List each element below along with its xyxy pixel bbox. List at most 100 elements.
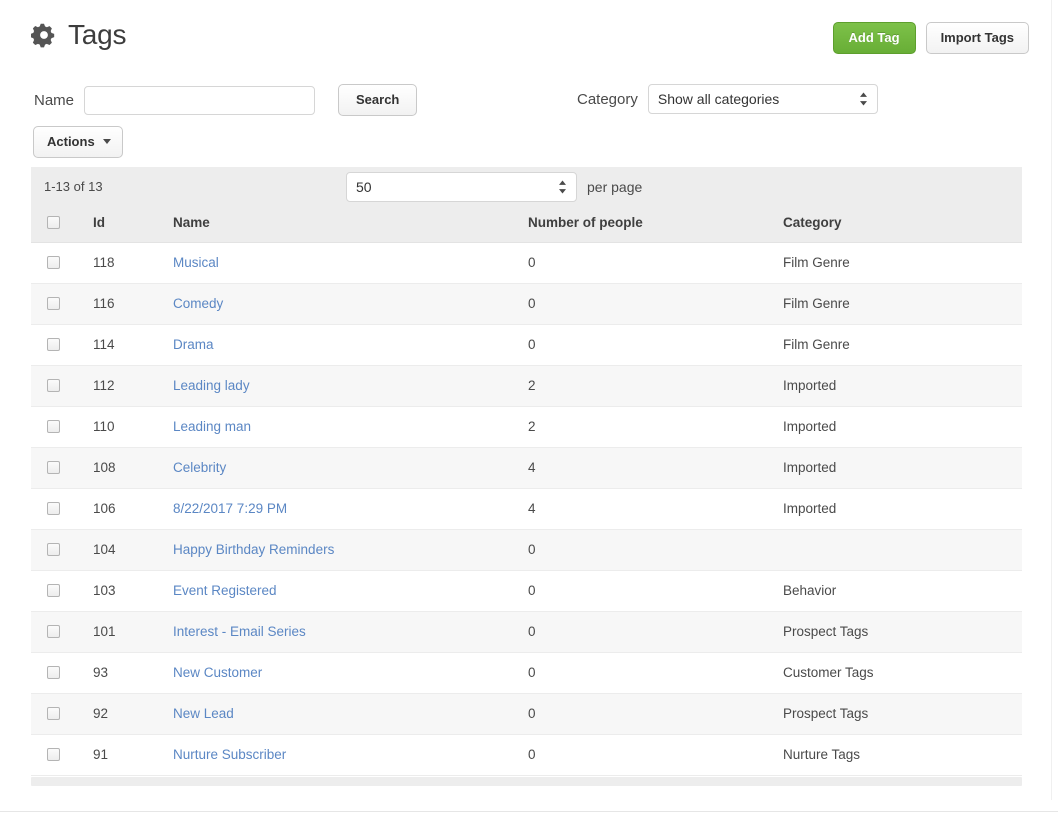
tag-name-link[interactable]: Leading man — [173, 419, 251, 434]
row-select-cell — [31, 488, 93, 530]
cell-category: Imported — [783, 488, 1022, 530]
row-checkbox[interactable] — [47, 502, 60, 515]
table-horizontal-scrollbar[interactable] — [31, 777, 1022, 786]
per-page-select-wrap: 50 — [346, 171, 577, 202]
tags-page: Tags Add Tag Import Tags Name Search Cat… — [0, 0, 1058, 818]
row-checkbox[interactable] — [47, 748, 60, 761]
table-row: 93 New Customer 0 Customer Tags — [31, 652, 1022, 694]
tag-name-link[interactable]: Celebrity — [173, 460, 226, 475]
cell-number-of-people: 0 — [528, 324, 783, 366]
table-toolbar: 1-13 of 13 50 per page — [31, 167, 1022, 206]
cell-number-of-people: 0 — [528, 652, 783, 694]
row-checkbox[interactable] — [47, 666, 60, 679]
cell-number-of-people: 0 — [528, 693, 783, 735]
cell-id: 110 — [93, 406, 173, 448]
page-right-edge — [1051, 0, 1052, 800]
tag-name-link[interactable]: New Customer — [173, 665, 262, 680]
name-filter-group: Name Search — [34, 84, 418, 116]
column-header-name[interactable]: Name — [173, 206, 528, 243]
cell-category: Film Genre — [783, 324, 1022, 366]
row-select-cell — [31, 242, 93, 284]
column-header-id[interactable]: Id — [93, 206, 173, 243]
cell-id: 106 — [93, 488, 173, 530]
tag-name-link[interactable]: Comedy — [173, 296, 223, 311]
table-row: 104 Happy Birthday Reminders 0 — [31, 529, 1022, 571]
cell-id: 93 — [93, 652, 173, 694]
cell-name: Comedy — [173, 283, 528, 325]
column-header-category[interactable]: Category — [783, 206, 1022, 243]
cell-id: 116 — [93, 283, 173, 325]
row-checkbox[interactable] — [47, 256, 60, 269]
add-tag-button[interactable]: Add Tag — [832, 22, 916, 54]
tags-table: Id Name Number of people Category 118 Mus… — [31, 206, 1022, 776]
row-checkbox[interactable] — [47, 625, 60, 638]
tag-name-link[interactable]: Leading lady — [173, 378, 250, 393]
gear-icon — [31, 23, 55, 48]
table-row: 108 Celebrity 4 Imported — [31, 447, 1022, 489]
cell-name: Event Registered — [173, 570, 528, 612]
cell-category: Prospect Tags — [783, 693, 1022, 735]
cell-id: 103 — [93, 570, 173, 612]
per-page-label: per page — [587, 178, 643, 195]
cell-name: Celebrity — [173, 447, 528, 489]
cell-number-of-people: 2 — [528, 406, 783, 448]
cell-category: Imported — [783, 365, 1022, 407]
tag-name-link[interactable]: Musical — [173, 255, 219, 270]
cell-name: Interest - Email Series — [173, 611, 528, 653]
cell-category: Film Genre — [783, 283, 1022, 325]
tag-name-link[interactable]: Happy Birthday Reminders — [173, 542, 334, 557]
cell-name: Musical — [173, 242, 528, 284]
row-select-cell — [31, 447, 93, 489]
row-select-cell — [31, 529, 93, 571]
import-tags-button[interactable]: Import Tags — [925, 22, 1029, 54]
tag-name-link[interactable]: Drama — [173, 337, 214, 352]
tag-name-link[interactable]: New Lead — [173, 706, 234, 721]
row-select-cell — [31, 570, 93, 612]
row-checkbox[interactable] — [47, 584, 60, 597]
row-checkbox[interactable] — [47, 707, 60, 720]
actions-row: Actions — [33, 126, 123, 158]
cell-category: Film Genre — [783, 242, 1022, 284]
cell-name: Drama — [173, 324, 528, 366]
select-all-header — [31, 206, 93, 243]
cell-category: Customer Tags — [783, 652, 1022, 694]
cell-category — [783, 529, 1022, 571]
tag-name-link[interactable]: 8/22/2017 7:29 PM — [173, 501, 287, 516]
cell-id: 112 — [93, 365, 173, 407]
row-select-cell — [31, 652, 93, 694]
row-checkbox[interactable] — [47, 338, 60, 351]
table-row: 91 Nurture Subscriber 0 Nurture Tags — [31, 734, 1022, 776]
cell-number-of-people: 4 — [528, 488, 783, 530]
cell-id: 114 — [93, 324, 173, 366]
page-header: Tags Add Tag Import Tags — [0, 0, 1058, 72]
cell-name: Nurture Subscriber — [173, 734, 528, 776]
table-head: Id Name Number of people Category — [31, 206, 1022, 243]
row-select-cell — [31, 406, 93, 448]
cell-id: 91 — [93, 734, 173, 776]
column-header-people[interactable]: Number of people — [528, 206, 783, 243]
tag-name-link[interactable]: Interest - Email Series — [173, 624, 306, 639]
row-checkbox[interactable] — [47, 420, 60, 433]
cell-name: Happy Birthday Reminders — [173, 529, 528, 571]
actions-dropdown-button[interactable]: Actions — [33, 126, 123, 158]
name-input[interactable] — [84, 85, 316, 115]
table-row: 110 Leading man 2 Imported — [31, 406, 1022, 448]
search-button[interactable]: Search — [338, 84, 418, 116]
row-checkbox[interactable] — [47, 379, 60, 392]
category-select[interactable]: Show all categories — [647, 84, 878, 114]
row-checkbox[interactable] — [47, 543, 60, 556]
table-row: 118 Musical 0 Film Genre — [31, 242, 1022, 284]
row-checkbox[interactable] — [47, 297, 60, 310]
cell-number-of-people: 4 — [528, 447, 783, 489]
per-page-select[interactable]: 50 — [346, 171, 577, 202]
tag-name-link[interactable]: Event Registered — [173, 583, 277, 598]
row-select-cell — [31, 324, 93, 366]
tag-name-link[interactable]: Nurture Subscriber — [173, 747, 286, 762]
row-checkbox[interactable] — [47, 461, 60, 474]
header-actions: Add Tag Import Tags — [832, 22, 1029, 54]
table-body: 118 Musical 0 Film Genre 116 Comedy 0 Film Genr… — [31, 242, 1022, 776]
cell-name: Leading man — [173, 406, 528, 448]
select-all-checkbox[interactable] — [47, 216, 60, 229]
table-header-row: Id Name Number of people Category — [31, 206, 1022, 243]
filter-bar: Name Search Category Show all categories — [0, 80, 1058, 126]
